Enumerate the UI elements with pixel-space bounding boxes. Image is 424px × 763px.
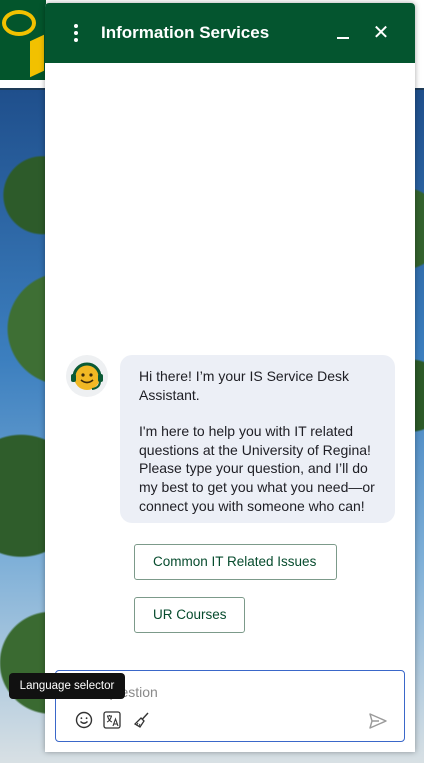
university-logo[interactable] bbox=[0, 0, 46, 80]
chat-header: Information Services ✕ bbox=[45, 3, 415, 63]
send-icon[interactable] bbox=[368, 711, 388, 731]
logo-bar-shape bbox=[30, 34, 44, 78]
quick-reply-ur-courses[interactable]: UR Courses bbox=[134, 597, 245, 633]
emoji-icon[interactable] bbox=[75, 711, 93, 729]
minimize-icon[interactable] bbox=[335, 25, 351, 41]
kebab-menu-icon[interactable] bbox=[69, 23, 83, 43]
assistant-message-bubble: Hi there! I’m your IS Service Desk Assis… bbox=[120, 355, 395, 523]
message-paragraph: Hi there! I’m your IS Service Desk Assis… bbox=[139, 368, 350, 403]
quick-reply-common-it-issues[interactable]: Common IT Related Issues bbox=[134, 544, 337, 580]
logo-mark-icon bbox=[2, 10, 36, 36]
conversation-area: Hi there! I’m your IS Service Desk Assis… bbox=[45, 63, 415, 663]
translate-icon[interactable] bbox=[103, 711, 121, 729]
language-selector-tooltip: Language selector bbox=[9, 673, 125, 699]
headset-smiley-icon bbox=[71, 362, 103, 390]
message-paragraph: I'm here to help you with IT related que… bbox=[139, 423, 375, 514]
broom-icon[interactable] bbox=[133, 711, 151, 729]
close-icon[interactable]: ✕ bbox=[371, 23, 391, 43]
assistant-avatar bbox=[66, 355, 108, 397]
chat-title: Information Services bbox=[101, 23, 270, 42]
chat-window: Information Services ✕ Hi there! I’m you… bbox=[45, 3, 415, 752]
